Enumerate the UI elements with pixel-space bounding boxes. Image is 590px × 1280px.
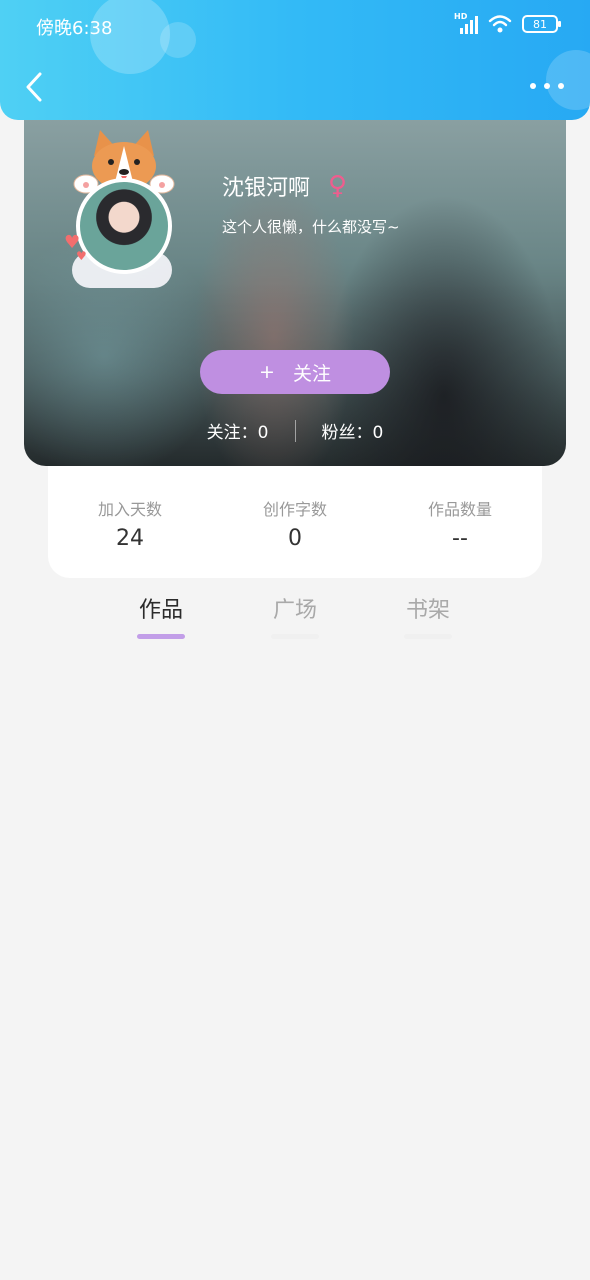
- tab-label: 书架: [405, 598, 450, 623]
- more-dots-icon: [530, 83, 536, 89]
- followers-count[interactable]: 粉丝：0: [322, 418, 384, 443]
- status-icons: HD 81: [454, 12, 561, 34]
- stat-label: 加入天数: [97, 500, 162, 519]
- battery-icon: 81: [522, 15, 561, 33]
- battery-level: 81: [533, 17, 547, 31]
- avatar[interactable]: [76, 178, 172, 274]
- profile-card: ♥ ♥ 沈银河啊 ♀ 这个人很懒，什么都没写~ + 关注 关注：0 粉丝：0: [24, 96, 566, 466]
- tab-square[interactable]: 广场: [255, 592, 335, 639]
- nickname-row: 沈银河啊 ♀: [222, 170, 347, 202]
- follow-button[interactable]: + 关注: [200, 350, 390, 394]
- stats-card: 加入天数 24 创作字数 0 作品数量 --: [48, 452, 542, 578]
- follow-stats: 关注：0 粉丝：0: [24, 418, 566, 443]
- tab-indicator: [271, 634, 319, 639]
- plus-icon: +: [259, 361, 275, 383]
- more-button[interactable]: [530, 74, 564, 98]
- tab-works[interactable]: 作品: [121, 592, 201, 639]
- user-profile-page: 傍晚6:38 HD 81 ♥ ♥ 沈银河啊 ♀ 这个人很懒，什么都没写~ + 关…: [0, 0, 590, 1280]
- tab-bookshelf[interactable]: 书架: [388, 592, 468, 639]
- avatar-frame: ♥ ♥: [64, 126, 194, 296]
- divider: [294, 419, 296, 442]
- status-time: 傍晚6:38: [36, 18, 113, 39]
- heart-icon: ♥: [76, 249, 87, 263]
- tab-label: 广场: [272, 598, 317, 623]
- header-bar: 傍晚6:38 HD 81: [0, 0, 590, 120]
- stat-value: 24: [116, 526, 144, 551]
- female-gender-icon: ♀: [328, 171, 348, 201]
- tab-indicator: [137, 634, 185, 639]
- follow-button-label: 关注: [292, 362, 331, 385]
- nickname: 沈银河啊: [222, 176, 311, 201]
- signal-icon: HD: [454, 12, 478, 34]
- following-count[interactable]: 关注：0: [207, 418, 269, 443]
- wifi-icon: [488, 15, 512, 33]
- stat-word-count: 创作字数 0: [213, 496, 377, 551]
- stat-value: --: [452, 526, 468, 551]
- decorative-bubble: [160, 22, 196, 58]
- stat-joined-days: 加入天数 24: [48, 496, 212, 551]
- stat-label: 作品数量: [427, 500, 492, 519]
- back-button[interactable]: [18, 68, 50, 106]
- stat-works-count: 作品数量 --: [378, 496, 542, 551]
- tab-indicator: [404, 634, 452, 639]
- stat-value: 0: [288, 526, 302, 551]
- signature: 这个人很懒，什么都没写~: [222, 218, 400, 236]
- chevron-left-icon: [26, 72, 42, 102]
- tab-label: 作品: [138, 598, 183, 623]
- content-tabs: 作品 广场 书架: [0, 592, 590, 642]
- stat-label: 创作字数: [262, 500, 327, 519]
